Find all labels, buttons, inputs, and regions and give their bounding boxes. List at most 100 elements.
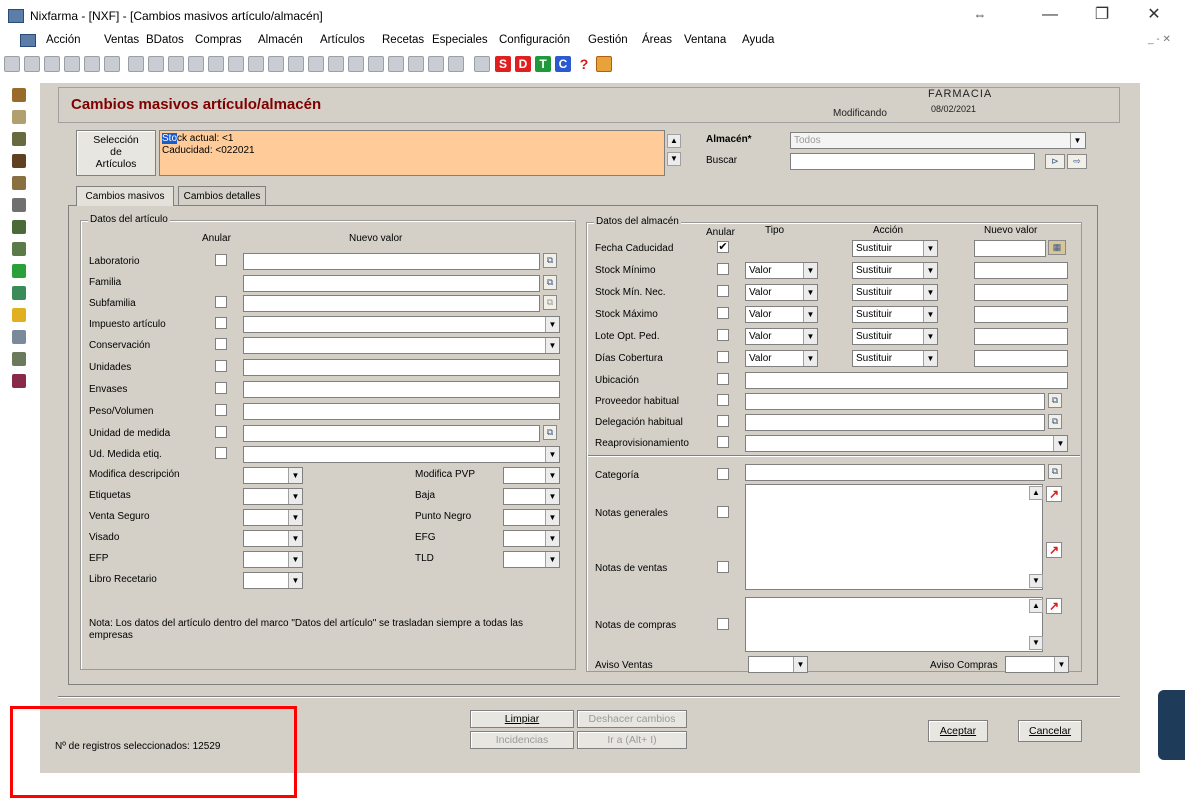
etiquetas-dropdown-icon[interactable]: ▼: [288, 489, 302, 504]
stock-maximo-tipo-dropdown-icon[interactable]: ▼: [803, 307, 817, 322]
dias-cobertura-accion-dropdown-icon[interactable]: ▼: [923, 351, 937, 366]
menu-articulos[interactable]: Artículos: [320, 34, 365, 46]
tab-cambios-masivos[interactable]: Cambios masivos: [76, 186, 174, 206]
punto-negro-dropdown-icon[interactable]: ▼: [545, 510, 559, 525]
pen-icon[interactable]: [12, 198, 26, 212]
scroll-down-icon[interactable]: ▼: [667, 152, 681, 166]
toolbar-icon-15[interactable]: [288, 56, 304, 72]
delegacion-lookup-icon[interactable]: ⧉: [1048, 414, 1062, 429]
delegacion-input[interactable]: [745, 414, 1045, 431]
laboratorio-lookup-icon[interactable]: ⧉: [543, 253, 557, 268]
anular-unidad-medida-checkbox[interactable]: [215, 426, 227, 438]
stock-maximo-accion-dropdown-icon[interactable]: ▼: [923, 307, 937, 322]
modifica-pvp-dropdown-icon[interactable]: ▼: [545, 468, 559, 483]
fecha-caducidad-accion-dropdown-icon[interactable]: ▼: [923, 241, 937, 256]
pharmacy-cross-icon[interactable]: [12, 264, 26, 278]
minimize-button[interactable]: —: [1030, 4, 1070, 26]
fecha-caducidad-input[interactable]: [974, 240, 1046, 257]
modifica-descripcion-dropdown-icon[interactable]: ▼: [288, 468, 302, 483]
conservacion-select[interactable]: [243, 337, 560, 354]
toolbar-icon-5[interactable]: [84, 56, 100, 72]
stock-maximo-input[interactable]: [974, 306, 1068, 323]
toolbar-icon-8[interactable]: [148, 56, 164, 72]
seleccion-articulos-button[interactable]: Selección de Artículos: [76, 130, 156, 176]
left-tool-icon-8[interactable]: [12, 242, 26, 256]
menu-gestion[interactable]: Gestión: [588, 34, 628, 46]
stock-minimo-accion-dropdown-icon[interactable]: ▼: [923, 263, 937, 278]
dias-cobertura-input[interactable]: [974, 350, 1068, 367]
notas-generales-scroll-down-icon[interactable]: ▼: [1029, 574, 1043, 588]
visado-dropdown-icon[interactable]: ▼: [288, 531, 302, 546]
categoria-input[interactable]: [745, 464, 1045, 481]
left-tool-icon-2[interactable]: [12, 110, 26, 124]
cart-icon[interactable]: [12, 154, 26, 168]
anular-categoria-checkbox[interactable]: [717, 468, 729, 480]
toolbar-icon-10[interactable]: [188, 56, 204, 72]
reaprov-dropdown-icon[interactable]: ▼: [1053, 436, 1067, 451]
toolbar-icon-18[interactable]: [348, 56, 364, 72]
toolbar-icon-22[interactable]: [428, 56, 444, 72]
left-tool-icon-13[interactable]: [12, 352, 26, 366]
mdi-window-controls[interactable]: _ ‑ ✕: [1148, 34, 1171, 45]
anular-reaprov-checkbox[interactable]: [717, 436, 729, 448]
proveedor-lookup-icon[interactable]: ⧉: [1048, 393, 1062, 408]
almacen-dropdown-icon[interactable]: ▼: [1070, 133, 1084, 148]
dias-cobertura-tipo-dropdown-icon[interactable]: ▼: [803, 351, 817, 366]
left-tool-icon-3[interactable]: [12, 132, 26, 146]
stock-min-nec-input[interactable]: [974, 284, 1068, 301]
toolbar-icon-7[interactable]: [128, 56, 144, 72]
baja-dropdown-icon[interactable]: ▼: [545, 489, 559, 504]
anular-conservacion-checkbox[interactable]: [215, 338, 227, 350]
menu-recetas[interactable]: Recetas: [382, 34, 424, 46]
toolbar-icon-2[interactable]: [24, 56, 40, 72]
toolbar-icon-20[interactable]: [388, 56, 404, 72]
toolbar-icon-24[interactable]: [474, 56, 490, 72]
stock-minimo-input[interactable]: [974, 262, 1068, 279]
toolbar-icon-16[interactable]: [308, 56, 324, 72]
reaprov-select[interactable]: [745, 435, 1068, 452]
help-icon[interactable]: ?: [576, 56, 592, 72]
categoria-lookup-icon[interactable]: ⧉: [1048, 464, 1062, 479]
menu-compras[interactable]: Compras: [195, 34, 242, 46]
impuesto-dropdown-icon[interactable]: ▼: [545, 317, 559, 332]
left-tool-icon-12[interactable]: [12, 330, 26, 344]
lote-opt-input[interactable]: [974, 328, 1068, 345]
stock-min-nec-accion-dropdown-icon[interactable]: ▼: [923, 285, 937, 300]
toolbar-icon-3[interactable]: [44, 56, 60, 72]
anular-subfamilia-checkbox[interactable]: [215, 296, 227, 308]
toolbar-icon-4[interactable]: [64, 56, 80, 72]
maximize-button[interactable]: ❐: [1082, 4, 1122, 26]
restore-size-icon[interactable]: ⇔: [960, 4, 1000, 26]
menu-bdatos[interactable]: BDatos: [146, 34, 184, 46]
unidad-medida-lookup-icon[interactable]: ⧉: [543, 425, 557, 440]
anular-delegacion-checkbox[interactable]: [717, 415, 729, 427]
impuesto-select[interactable]: [243, 316, 560, 333]
go-arrow-icon[interactable]: ⇨: [1067, 154, 1087, 169]
cancelar-button[interactable]: Cancelar: [1018, 720, 1082, 742]
left-tool-icon-7[interactable]: [12, 220, 26, 234]
anular-lote-opt-checkbox[interactable]: [717, 329, 729, 341]
anular-notas-ventas-checkbox[interactable]: [717, 561, 729, 573]
almacen-select[interactable]: Todos: [790, 132, 1086, 149]
peso-input[interactable]: [243, 403, 560, 420]
unidades-input[interactable]: [243, 359, 560, 376]
familia-lookup-icon[interactable]: ⧉: [543, 275, 557, 290]
tld-dropdown-icon[interactable]: ▼: [545, 552, 559, 567]
search-arrow-icon[interactable]: ⊳: [1045, 154, 1065, 169]
toolbar-d-button[interactable]: D: [515, 56, 531, 72]
lote-opt-tipo-dropdown-icon[interactable]: ▼: [803, 329, 817, 344]
envases-input[interactable]: [243, 381, 560, 398]
mdi-child-icon[interactable]: [20, 34, 36, 47]
aviso-ventas-dropdown-icon[interactable]: ▼: [793, 657, 807, 672]
buscar-input[interactable]: [790, 153, 1035, 170]
anular-impuesto-checkbox[interactable]: [215, 317, 227, 329]
efg-dropdown-icon[interactable]: ▼: [545, 531, 559, 546]
selection-criteria-box[interactable]: Stock actual: <1 Caducidad: <022021: [159, 130, 665, 176]
toolbar-c-button[interactable]: C: [555, 56, 571, 72]
menu-areas[interactable]: Áreas: [642, 34, 672, 46]
menu-especiales[interactable]: Especiales: [432, 34, 488, 46]
left-tool-icon-14[interactable]: [12, 374, 26, 388]
limpiar-button[interactable]: Limpiar: [470, 710, 574, 728]
toolbar-t-button[interactable]: T: [535, 56, 551, 72]
menu-ayuda[interactable]: Ayuda: [742, 34, 774, 46]
